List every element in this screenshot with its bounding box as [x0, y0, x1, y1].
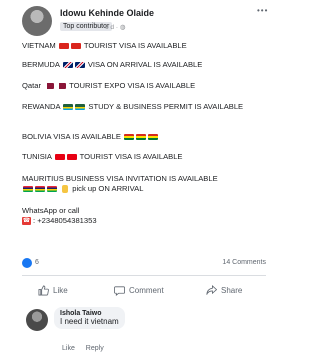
- share-button[interactable]: Share: [206, 282, 242, 298]
- author-avatar[interactable]: [22, 6, 52, 36]
- pickup-text: pick up ON ARRIVAL: [72, 183, 144, 193]
- vietnam-flag-icon: [58, 43, 69, 49]
- bolivia-flag-icon: [136, 134, 147, 140]
- mauritius-flag-icon: [47, 185, 57, 192]
- qatar-flag-icon: [56, 83, 67, 89]
- like-reaction-icon[interactable]: [22, 258, 32, 268]
- country-label: REWANDA: [22, 102, 61, 111]
- comment-icon: [114, 285, 125, 296]
- share-icon: [206, 284, 217, 295]
- bermuda-flag-icon: [74, 62, 85, 68]
- pointing-hand-icon: [62, 184, 69, 193]
- visa-text: TOURIST VISA IS AVAILABLE: [79, 152, 183, 161]
- comment-bubble: Ishola Taiwo I need it vietnam: [54, 307, 125, 329]
- comment-text: I need it vietnam: [60, 317, 119, 326]
- post-actions: Like Comment Share: [22, 282, 266, 298]
- phone-icon: ☎: [22, 217, 31, 225]
- like-label: Like: [53, 285, 68, 295]
- post-line-phone: ☎: +2348054381353: [22, 216, 97, 226]
- tunisia-flag-icon: [54, 154, 65, 160]
- post-header: Idowu Kehinde Olaide Top contributor 6 d…: [22, 6, 267, 38]
- comment-count[interactable]: 14 Comments: [222, 259, 266, 266]
- visa-text: VISA ON ARRIVAL IS AVAILABLE: [87, 60, 203, 69]
- post-line-bermuda: BERMUDA VISA ON ARRIVAL IS AVAILABLE: [22, 60, 202, 70]
- post-line-whatsapp: WhatsApp or call: [22, 206, 79, 216]
- visa-text: TOURIST VISA IS AVAILABLE: [83, 41, 187, 50]
- comment-like-button[interactable]: Like: [62, 345, 75, 352]
- comment-item: Ishola Taiwo I need it vietnam Like Repl…: [26, 307, 256, 353]
- reaction-count[interactable]: 6: [35, 259, 39, 266]
- divider: [22, 275, 266, 276]
- country-label: VIETNAM: [22, 41, 56, 50]
- bolivia-flag-icon: [148, 134, 159, 140]
- comment-actions: Like Reply: [62, 345, 113, 352]
- like-icon: [38, 285, 49, 295]
- share-label: Share: [221, 285, 243, 295]
- tunisia-flag-icon: [66, 154, 77, 160]
- comment-reply-button[interactable]: Reply: [86, 345, 104, 352]
- post-time: 6 d ·: [105, 24, 120, 31]
- post-line-qatar: Qatar TOURIST EXPO VISA IS AVAILABLE: [22, 81, 195, 91]
- post-stats: 6 14 Comments: [22, 258, 266, 270]
- vietnam-flag-icon: [70, 43, 81, 49]
- country-label: TUNISIA: [22, 152, 52, 161]
- globe-icon: ◍: [119, 24, 126, 31]
- like-button[interactable]: Like: [38, 282, 68, 298]
- mauritius-flag-icon: [23, 185, 33, 192]
- author-name[interactable]: Idowu Kehinde Olaide: [60, 8, 154, 18]
- mauritius-flag-icon: [35, 185, 45, 192]
- qatar-flag-icon: [44, 83, 55, 89]
- visa-text: STUDY & BUSINESS PERMIT IS AVAILABLE: [88, 102, 244, 111]
- commenter-avatar[interactable]: [26, 309, 48, 331]
- post-line-mauritius: MAURITIUS BUSINESS VISA INVITATION IS AV…: [22, 174, 262, 193]
- post-timestamp[interactable]: 6 d · ◍: [105, 23, 125, 31]
- visa-text: MAURITIUS BUSINESS VISA INVITATION IS AV…: [22, 174, 218, 183]
- country-label: BERMUDA: [22, 60, 60, 69]
- post-line-rwanda: REWANDA STUDY & BUSINESS PERMIT IS AVAIL…: [22, 102, 262, 112]
- commenter-name[interactable]: Ishola Taiwo: [60, 310, 119, 317]
- rwanda-flag-icon: [75, 104, 86, 110]
- contact-label: WhatsApp or call: [22, 206, 80, 215]
- country-label: Qatar: [22, 81, 41, 90]
- bolivia-flag-icon: [124, 134, 135, 140]
- more-icon[interactable]: •••: [257, 6, 268, 15]
- post-line-bolivia: BOLIVIA VISA IS AVAILABLE: [22, 132, 159, 142]
- phone-number[interactable]: : +2348054381353: [33, 216, 97, 225]
- comment-label: Comment: [129, 285, 164, 295]
- rwanda-flag-icon: [63, 104, 74, 110]
- comment-button[interactable]: Comment: [114, 282, 164, 298]
- visa-text: TOURIST EXPO VISA IS AVAILABLE: [69, 81, 196, 90]
- post-line-tunisia: TUNISIA TOURIST VISA IS AVAILABLE: [22, 152, 183, 162]
- visa-text: BOLIVIA VISA IS AVAILABLE: [22, 132, 121, 141]
- post-line-vietnam: VIETNAM TOURIST VISA IS AVAILABLE: [22, 41, 187, 51]
- facebook-post: Idowu Kehinde Olaide Top contributor 6 d…: [0, 0, 270, 355]
- bermuda-flag-icon: [62, 62, 73, 68]
